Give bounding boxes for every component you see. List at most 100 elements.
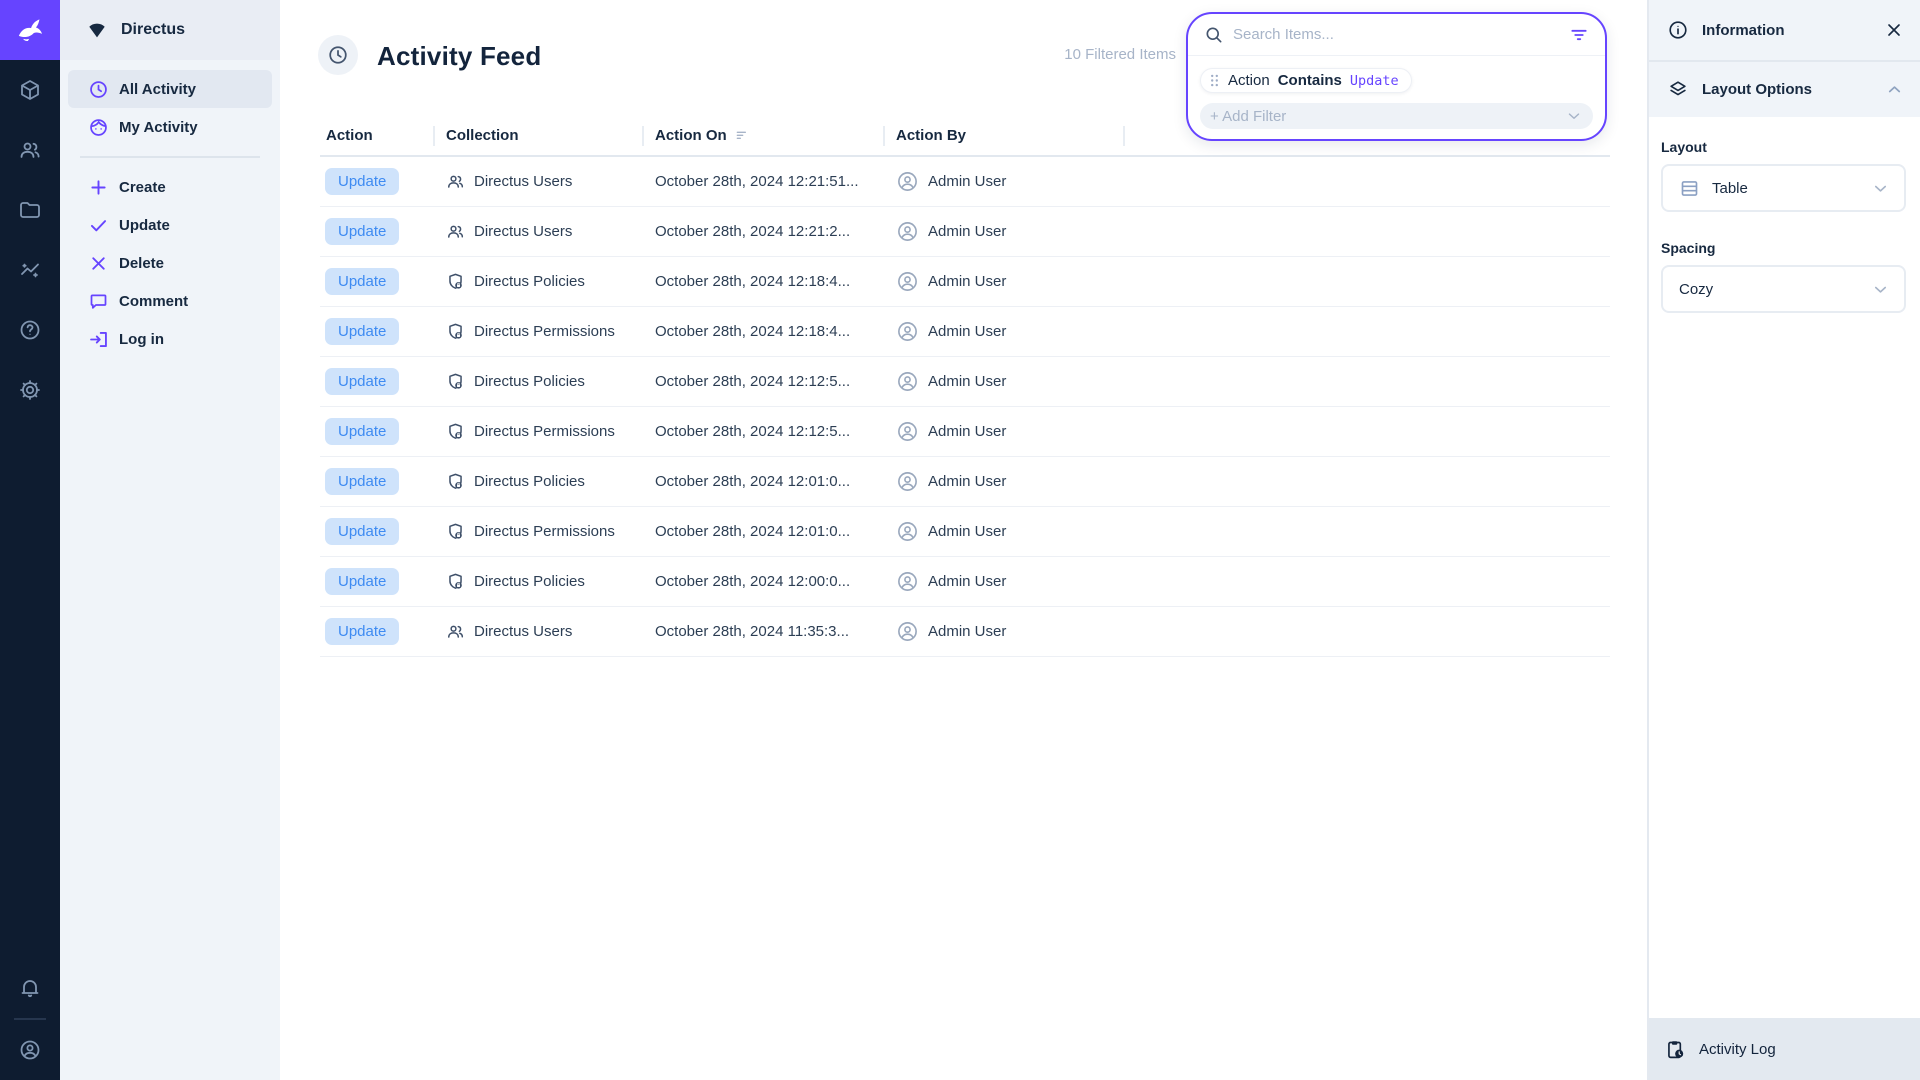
- information-section-header[interactable]: Information: [1649, 0, 1920, 60]
- layout-select[interactable]: Table: [1661, 164, 1906, 212]
- action-badge: Update: [325, 618, 399, 645]
- table-body: Update Directus Users October 28th, 2024 …: [320, 157, 1610, 657]
- navigation-sidebar: Directus All Activity My Activity Create…: [60, 0, 280, 1080]
- cell-action-on: October 28th, 2024 12:01:0...: [642, 457, 883, 506]
- table-row[interactable]: Update Directus PoliciesOctober 28th, 20…: [320, 357, 1610, 407]
- column-header-action[interactable]: Action: [320, 115, 433, 155]
- cell-action-by: Admin User: [883, 607, 1123, 656]
- content-module-button[interactable]: [0, 60, 60, 120]
- users-module-button[interactable]: [0, 120, 60, 180]
- collection-name: Directus Policies: [474, 273, 585, 290]
- search-filter-panel: Action Contains Update + Add Filter: [1186, 12, 1607, 141]
- user-name: Admin User: [928, 573, 1006, 590]
- cell-spacer: [1123, 507, 1610, 556]
- active-filter-chip[interactable]: Action Contains Update: [1200, 68, 1412, 93]
- cell-action-by: Admin User: [883, 357, 1123, 406]
- insights-module-button[interactable]: [0, 240, 60, 300]
- cell-collection: Directus Permissions: [433, 407, 642, 456]
- collection-name: Directus Policies: [474, 573, 585, 590]
- filter-lines-icon[interactable]: [1569, 25, 1589, 45]
- table-row[interactable]: Update Directus PermissionsOctober 28th,…: [320, 407, 1610, 457]
- search-row: [1188, 14, 1605, 56]
- cell-action: Update: [320, 207, 433, 256]
- drag-handle-icon[interactable]: [1209, 73, 1220, 88]
- cell-spacer: [1123, 307, 1610, 356]
- action-badge: Update: [325, 568, 399, 595]
- cell-action-by: Admin User: [883, 207, 1123, 256]
- policy-collection-icon: [446, 322, 465, 341]
- cell-spacer: [1123, 357, 1610, 406]
- collection-name: Directus Users: [474, 173, 572, 190]
- cell-action-by: Admin User: [883, 257, 1123, 306]
- nav-item-my-activity[interactable]: My Activity: [68, 108, 272, 146]
- spacing-select[interactable]: Cozy: [1661, 265, 1906, 313]
- notifications-button[interactable]: [0, 958, 60, 1018]
- collection-name: Directus Permissions: [474, 423, 615, 440]
- cell-spacer: [1123, 207, 1610, 256]
- filter-operator: Contains: [1278, 72, 1342, 89]
- table-row[interactable]: Update Directus PoliciesOctober 28th, 20…: [320, 257, 1610, 307]
- check-icon: [88, 215, 109, 236]
- folder-icon: [18, 198, 42, 222]
- nav-item-label: Log in: [119, 331, 164, 348]
- nav-filter-delete[interactable]: Delete: [68, 244, 272, 282]
- collection-name: Directus Policies: [474, 473, 585, 490]
- main-content: Activity Feed 10 Filtered Items Action C…: [280, 0, 1647, 1080]
- policy-collection-icon: [446, 372, 465, 391]
- user-name: Admin User: [928, 323, 1006, 340]
- chevron-up-icon[interactable]: [1885, 80, 1904, 99]
- files-module-button[interactable]: [0, 180, 60, 240]
- user-name: Admin User: [928, 273, 1006, 290]
- table-row[interactable]: Update Directus UsersOctober 28th, 2024 …: [320, 207, 1610, 257]
- cell-collection: Directus Policies: [433, 257, 642, 306]
- close-icon[interactable]: [1884, 20, 1904, 40]
- nav-filter-update[interactable]: Update: [68, 206, 272, 244]
- cube-icon: [18, 78, 42, 102]
- project-header[interactable]: Directus: [60, 0, 280, 60]
- column-header-action-on[interactable]: Action On: [642, 115, 883, 155]
- table-row[interactable]: Update Directus PermissionsOctober 28th,…: [320, 307, 1610, 357]
- user-avatar-icon: [896, 270, 919, 293]
- info-icon: [1667, 19, 1689, 41]
- layers-icon: [1667, 79, 1689, 101]
- help-icon: [18, 318, 42, 342]
- cell-spacer: [1123, 257, 1610, 306]
- table-row[interactable]: Update Directus PermissionsOctober 28th,…: [320, 507, 1610, 557]
- action-badge: Update: [325, 218, 399, 245]
- table-row[interactable]: Update Directus PoliciesOctober 28th, 20…: [320, 457, 1610, 507]
- add-filter-button[interactable]: + Add Filter: [1200, 103, 1593, 129]
- settings-module-button[interactable]: [0, 360, 60, 420]
- cell-action: Update: [320, 607, 433, 656]
- nav-filter-create[interactable]: Create: [68, 168, 272, 206]
- nav-filter-login[interactable]: Log in: [68, 320, 272, 358]
- help-module-button[interactable]: [0, 300, 60, 360]
- nav-item-all-activity[interactable]: All Activity: [68, 70, 272, 108]
- column-header-action-by[interactable]: Action By: [883, 115, 1123, 155]
- information-label: Information: [1702, 22, 1871, 39]
- cell-collection: Directus Policies: [433, 357, 642, 406]
- nav-item-label: Delete: [119, 255, 164, 272]
- add-filter-label: + Add Filter: [1210, 108, 1286, 125]
- cell-collection: Directus Users: [433, 207, 642, 256]
- cell-collection: Directus Permissions: [433, 507, 642, 556]
- table-row[interactable]: Update Directus UsersOctober 28th, 2024 …: [320, 157, 1610, 207]
- cell-action-by: Admin User: [883, 157, 1123, 206]
- current-user-button[interactable]: [0, 1020, 60, 1080]
- table-row[interactable]: Update Directus UsersOctober 28th, 2024 …: [320, 607, 1610, 657]
- cell-spacer: [1123, 457, 1610, 506]
- activity-log-button[interactable]: Activity Log: [1649, 1018, 1920, 1080]
- user-avatar-icon: [896, 170, 919, 193]
- layout-options-section-header[interactable]: Layout Options: [1649, 60, 1920, 117]
- nav-item-label: Update: [119, 217, 170, 234]
- search-icon: [1204, 25, 1224, 45]
- search-input[interactable]: [1233, 26, 1560, 43]
- cell-collection: Directus Users: [433, 157, 642, 206]
- sort-descending-icon: [734, 127, 750, 143]
- policy-collection-icon: [446, 572, 465, 591]
- column-header-collection[interactable]: Collection: [433, 115, 642, 155]
- nav-filter-comment[interactable]: Comment: [68, 282, 272, 320]
- directus-rabbit-logo[interactable]: [0, 0, 60, 60]
- cell-action-by: Admin User: [883, 407, 1123, 456]
- collection-name: Directus Users: [474, 223, 572, 240]
- table-row[interactable]: Update Directus PoliciesOctober 28th, 20…: [320, 557, 1610, 607]
